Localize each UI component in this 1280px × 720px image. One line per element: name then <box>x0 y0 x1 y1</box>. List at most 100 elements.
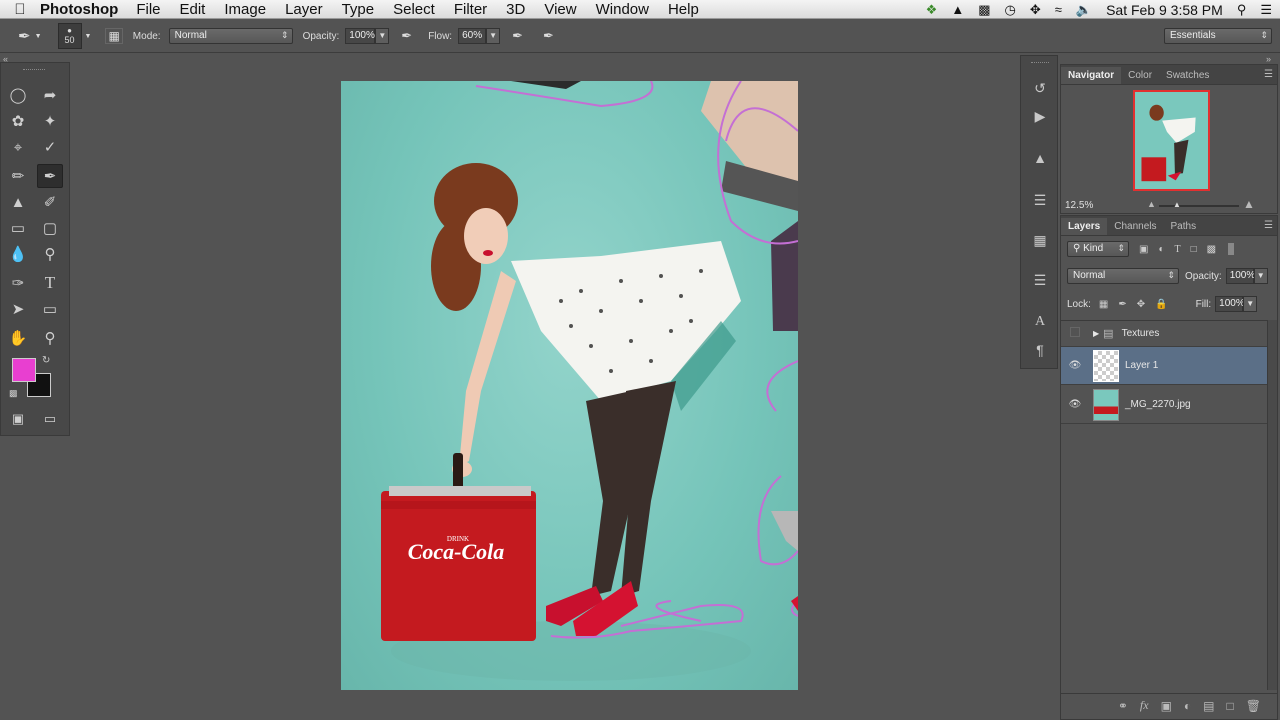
character-panel-icon[interactable]: A <box>1030 314 1050 334</box>
brush-size-picker[interactable]: ● 50 <box>57 23 82 49</box>
apple-icon[interactable]:  <box>0 1 40 18</box>
group-expand-icon[interactable]: ▶ <box>1093 329 1099 338</box>
tab-color[interactable]: Color <box>1121 67 1159 84</box>
paragraph-panel-icon[interactable]: ¶ <box>1030 342 1050 362</box>
status-icon[interactable]: ▩ <box>978 2 990 18</box>
menu-3d[interactable]: 3D <box>506 1 525 18</box>
app-menu[interactable]: Photoshop <box>40 1 118 18</box>
lock-all-icon[interactable]: 🔒 <box>1155 299 1167 310</box>
eyedropper-tool-icon[interactable]: ✓ <box>37 135 63 159</box>
hand-tool-icon[interactable]: ✋ <box>5 326 31 350</box>
fill-dropdown[interactable]: ▼ <box>1243 296 1258 312</box>
filter-type-icon[interactable]: T <box>1175 244 1181 255</box>
document-canvas[interactable]: DRINK Coca-Cola <box>341 81 798 690</box>
lock-position-icon[interactable]: ✥ <box>1137 299 1145 310</box>
bluetooth-icon[interactable]: ✥ <box>1030 2 1041 18</box>
menu-view[interactable]: View <box>544 1 576 18</box>
flow-dropdown[interactable]: ▼ <box>486 28 501 44</box>
brush-tool-icon[interactable]: ✒ <box>37 164 63 188</box>
layer-row-mg-2270[interactable]: 👁 _MG_2270.jpg <box>1061 386 1267 424</box>
clone-stamp-tool-icon[interactable]: ▲ <box>5 190 31 214</box>
quick-mask-icon[interactable]: ▣ <box>5 407 31 431</box>
evernote-icon[interactable]: ❖ <box>926 2 938 18</box>
gradient-tool-icon[interactable]: ▢ <box>37 216 63 240</box>
pen-tool-icon[interactable]: ✑ <box>5 271 31 295</box>
navigator-preview[interactable] <box>1133 90 1210 191</box>
tab-channels[interactable]: Channels <box>1107 218 1163 235</box>
filter-toggle-icon[interactable] <box>1228 243 1235 255</box>
visibility-toggle-eye-icon[interactable]: 👁 <box>1061 360 1089 371</box>
zoom-in-icon[interactable]: ▲ <box>1243 197 1255 211</box>
eraser-tool-icon[interactable]: ▭ <box>5 216 31 240</box>
pressure-size-icon[interactable]: ✒ <box>543 28 554 44</box>
path-selection-tool-icon[interactable]: ➤ <box>5 297 31 321</box>
tab-navigator[interactable]: Navigator <box>1061 67 1122 84</box>
properties-panel-icon[interactable]: ☰ <box>1030 272 1050 292</box>
type-tool-icon[interactable]: T <box>37 271 63 295</box>
adjustments-panel-icon[interactable]: ☰ <box>1030 192 1050 212</box>
brush-tool-preset-icon[interactable]: ✒ <box>18 27 31 45</box>
history-brush-tool-icon[interactable]: ✐ <box>37 190 63 214</box>
collapse-panels-icon[interactable]: » <box>1266 54 1271 64</box>
fill-input[interactable]: 100% <box>1215 296 1245 312</box>
adjustment-layer-icon[interactable]: ◐ <box>1184 699 1191 713</box>
move-tool-icon[interactable]: ➦ <box>37 83 63 107</box>
brush-picker-dropdown-icon[interactable]: ▼ <box>85 33 92 40</box>
blend-mode-select[interactable]: Normal <box>1067 268 1179 284</box>
delete-layer-icon[interactable]: 🗑 <box>1246 699 1261 713</box>
default-colors-icon[interactable]: ▩ <box>9 388 18 399</box>
zoom-slider-thumb-icon[interactable]: ▲ <box>1173 200 1181 209</box>
volume-icon[interactable]: 🔈 <box>1076 2 1092 18</box>
menu-select[interactable]: Select <box>393 1 435 18</box>
brush-panel-toggle-icon[interactable]: ▦ <box>105 28 123 44</box>
layer-opacity-dropdown[interactable]: ▼ <box>1253 268 1268 284</box>
menu-image[interactable]: Image <box>224 1 266 18</box>
pressure-opacity-icon[interactable]: ✒ <box>401 28 412 44</box>
swap-colors-icon[interactable]: ↻ <box>42 355 50 366</box>
opacity-input[interactable]: 100% <box>345 28 376 44</box>
lock-image-icon[interactable]: ✒ <box>1118 299 1126 310</box>
layer-style-fx-icon[interactable]: fx <box>1140 698 1149 713</box>
tab-swatches[interactable]: Swatches <box>1159 67 1216 84</box>
menu-edit[interactable]: Edit <box>180 1 206 18</box>
layer-row-textures[interactable]: ▶ ▤ Textures <box>1061 321 1267 347</box>
drive-icon[interactable]: ▲ <box>951 2 964 17</box>
styles-panel-icon[interactable]: ▦ <box>1030 232 1050 252</box>
lock-transparent-icon[interactable]: ▦ <box>1099 299 1108 310</box>
zoom-value[interactable]: 12.5% <box>1065 200 1093 211</box>
dodge-tool-icon[interactable]: ⚲ <box>37 242 63 266</box>
new-group-icon[interactable]: ▤ <box>1203 699 1214 713</box>
blur-tool-icon[interactable]: 💧 <box>5 242 31 266</box>
menu-layer[interactable]: Layer <box>285 1 323 18</box>
navigator-menu-icon[interactable]: ☰ <box>1260 69 1277 84</box>
clock[interactable]: Sat Feb 9 3:58 PM <box>1106 2 1223 18</box>
airbrush-icon[interactable]: ✒ <box>512 28 523 44</box>
spotlight-icon[interactable]: ⚲ <box>1237 2 1247 18</box>
lasso-tool-icon[interactable]: ✿ <box>5 109 31 133</box>
marquee-tool-icon[interactable]: ◯ <box>5 83 31 107</box>
zoom-tool-icon[interactable]: ⚲ <box>37 326 63 350</box>
tab-layers[interactable]: Layers <box>1061 218 1108 235</box>
wifi-icon[interactable]: ≈ <box>1055 2 1062 17</box>
menu-help[interactable]: Help <box>668 1 699 18</box>
opacity-dropdown[interactable]: ▼ <box>375 28 390 44</box>
add-mask-icon[interactable]: ▣ <box>1161 699 1172 713</box>
zoom-slider[interactable] <box>1159 205 1239 207</box>
filter-smart-object-icon[interactable]: ▩ <box>1207 244 1216 255</box>
new-layer-icon[interactable]: □ <box>1227 699 1234 713</box>
notification-icon[interactable]: ☰ <box>1260 2 1272 18</box>
foreground-color-swatch-top[interactable] <box>12 358 36 382</box>
menu-type[interactable]: Type <box>342 1 375 18</box>
dock-grip[interactable] <box>1031 62 1049 65</box>
histogram-panel-icon[interactable]: ▲ <box>1030 150 1050 170</box>
filter-shape-icon[interactable]: □ <box>1191 244 1197 255</box>
layer-row-layer-1[interactable]: 👁 Layer 1 <box>1061 347 1267 385</box>
layer-opacity-input[interactable]: 100% <box>1225 268 1255 284</box>
tab-paths[interactable]: Paths <box>1164 218 1204 235</box>
history-panel-icon[interactable]: ↺ <box>1030 80 1050 100</box>
link-layers-icon[interactable]: ⚭ <box>1118 699 1128 713</box>
preset-dropdown-icon[interactable]: ▼ <box>35 33 42 40</box>
menu-filter[interactable]: Filter <box>454 1 487 18</box>
rectangle-tool-icon[interactable]: ▭ <box>37 297 63 321</box>
filter-adjustment-icon[interactable]: ◐ <box>1158 244 1164 255</box>
